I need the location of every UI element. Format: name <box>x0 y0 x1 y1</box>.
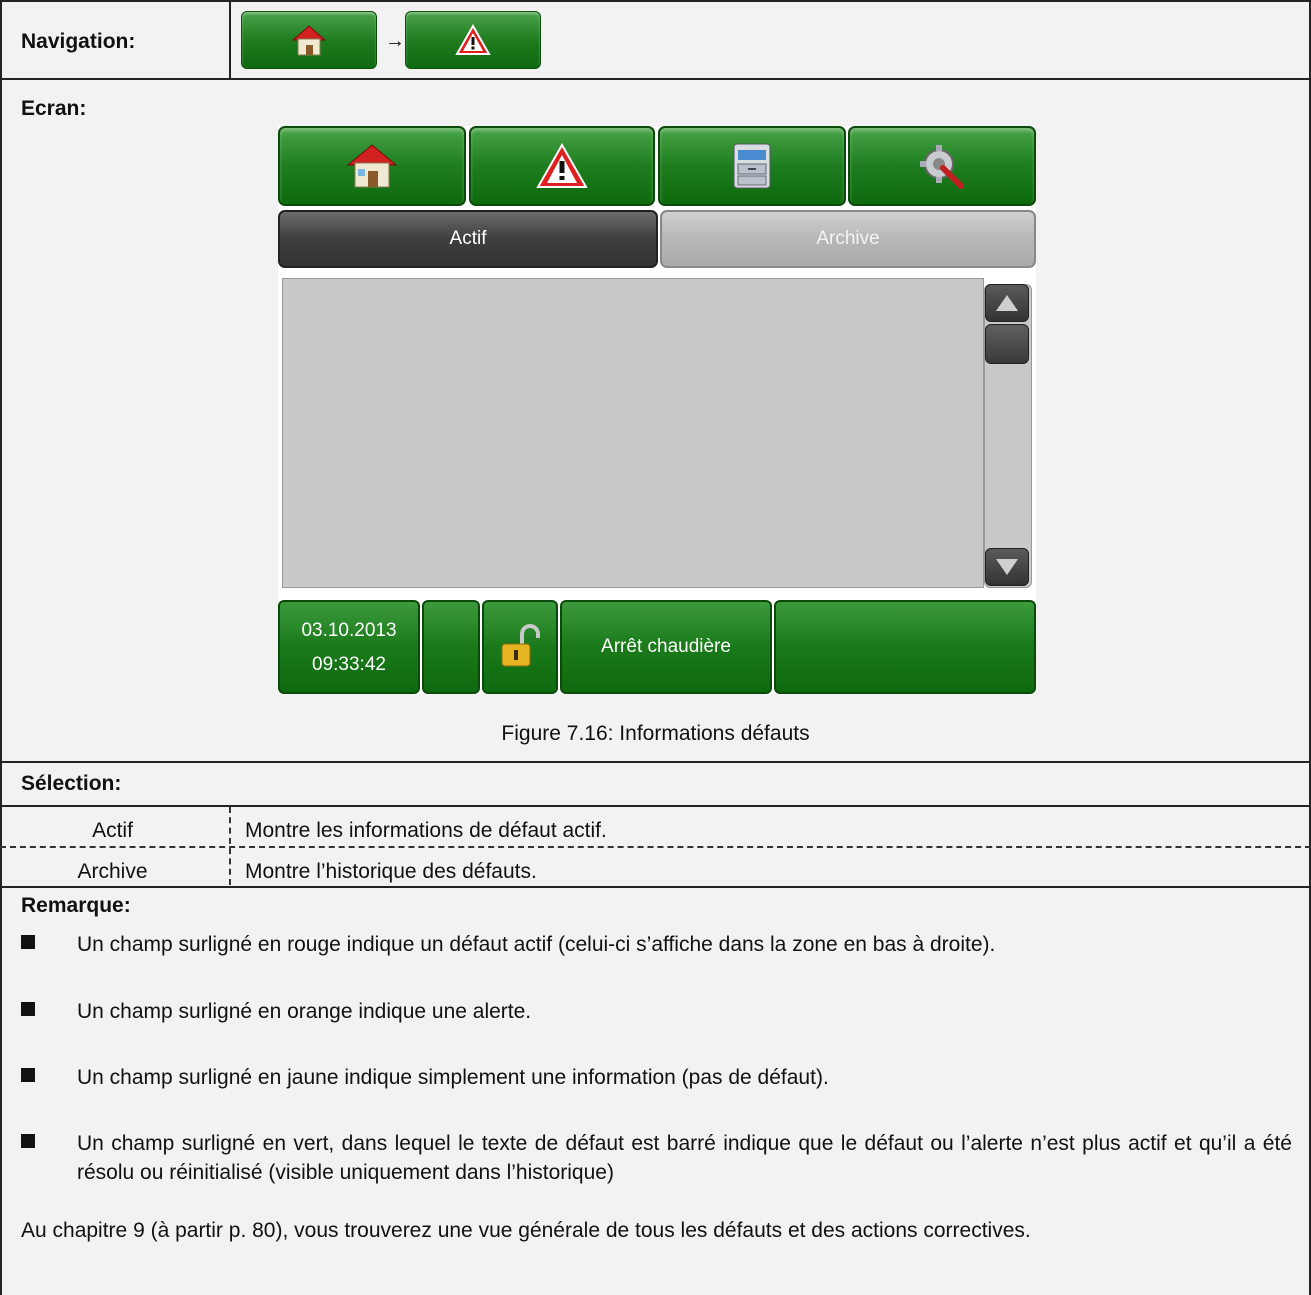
scroll-up-button[interactable] <box>985 284 1029 322</box>
home-icon <box>346 144 398 188</box>
time-text: 09:33:42 <box>312 654 386 675</box>
selection-row-name: Actif <box>92 819 133 842</box>
table-border <box>0 886 1311 888</box>
lock-button[interactable] <box>482 600 558 694</box>
datetime-display: 03.10.2013 09:33:42 <box>278 600 420 694</box>
unlocked-padlock-icon <box>501 624 540 667</box>
table-border <box>0 0 1311 2</box>
warning-icon <box>455 24 491 55</box>
table-border <box>0 0 2 1295</box>
status-blank-button[interactable] <box>422 600 480 694</box>
bullet-icon <box>21 935 35 949</box>
table-border <box>0 78 1311 80</box>
bullet-icon <box>21 1068 35 1082</box>
date-text: 03.10.2013 <box>301 620 397 641</box>
screen-label: Ecran: <box>21 97 87 120</box>
navigation-label: Navigation: <box>21 30 136 53</box>
home-icon <box>291 25 327 56</box>
table-border <box>229 0 231 78</box>
remark-note: Au chapitre 9 (à partir p. 80), vous tro… <box>21 1219 1031 1242</box>
scroll-down-button[interactable] <box>985 548 1029 586</box>
remark-item: Un champ surligné en jaune indique simpl… <box>77 1066 829 1089</box>
warning-icon <box>536 143 588 188</box>
toolbar-alarm-button[interactable] <box>469 126 655 206</box>
table-border <box>0 761 1311 763</box>
hmi-screen: Actif Archive 03.10.2013 09:33:42 Arrêt … <box>278 126 1036 694</box>
selection-row-desc: Montre les informations de défaut actif. <box>245 819 607 842</box>
triangle-up-icon <box>996 295 1018 311</box>
remark-label: Remarque: <box>21 894 131 917</box>
bullet-icon <box>21 1134 35 1148</box>
navigation-arrow: → <box>385 30 405 52</box>
remark-item: Un champ surligné en vert, dans lequel l… <box>77 1132 1292 1184</box>
remark-item: Un champ surligné en orange indique une … <box>77 1000 532 1023</box>
selection-label: Sélection: <box>21 772 122 795</box>
status-message[interactable]: Arrêt chaudière <box>560 600 772 694</box>
selection-row-desc: Montre l’historique des défauts. <box>245 860 537 883</box>
scrollbar-thumb[interactable] <box>985 324 1029 364</box>
bullet-icon <box>21 1002 35 1016</box>
table-border <box>0 805 1311 807</box>
table-border <box>0 846 1311 848</box>
selection-row-name: Archive <box>77 860 148 883</box>
toolbar-home-button[interactable] <box>278 126 466 206</box>
nav-alarm-button[interactable] <box>405 11 541 69</box>
triangle-down-icon <box>996 559 1018 575</box>
toolbar-archive-button[interactable] <box>658 126 846 206</box>
remark-item: Un champ surligné en rouge indique un dé… <box>77 933 996 956</box>
archive-drawer-icon <box>733 143 771 189</box>
tab-archive[interactable]: Archive <box>660 210 1036 268</box>
document-page: Navigation: → Ecran: Actif Archive 03.10… <box>0 0 1311 1295</box>
fault-list[interactable] <box>282 278 984 588</box>
settings-tools-icon <box>920 145 964 189</box>
figure-caption: Figure 7.16: Informations défauts <box>501 722 810 745</box>
toolbar-settings-button[interactable] <box>848 126 1036 206</box>
nav-home-button[interactable] <box>241 11 377 69</box>
tab-actif[interactable]: Actif <box>278 210 658 268</box>
status-right-panel[interactable] <box>774 600 1036 694</box>
